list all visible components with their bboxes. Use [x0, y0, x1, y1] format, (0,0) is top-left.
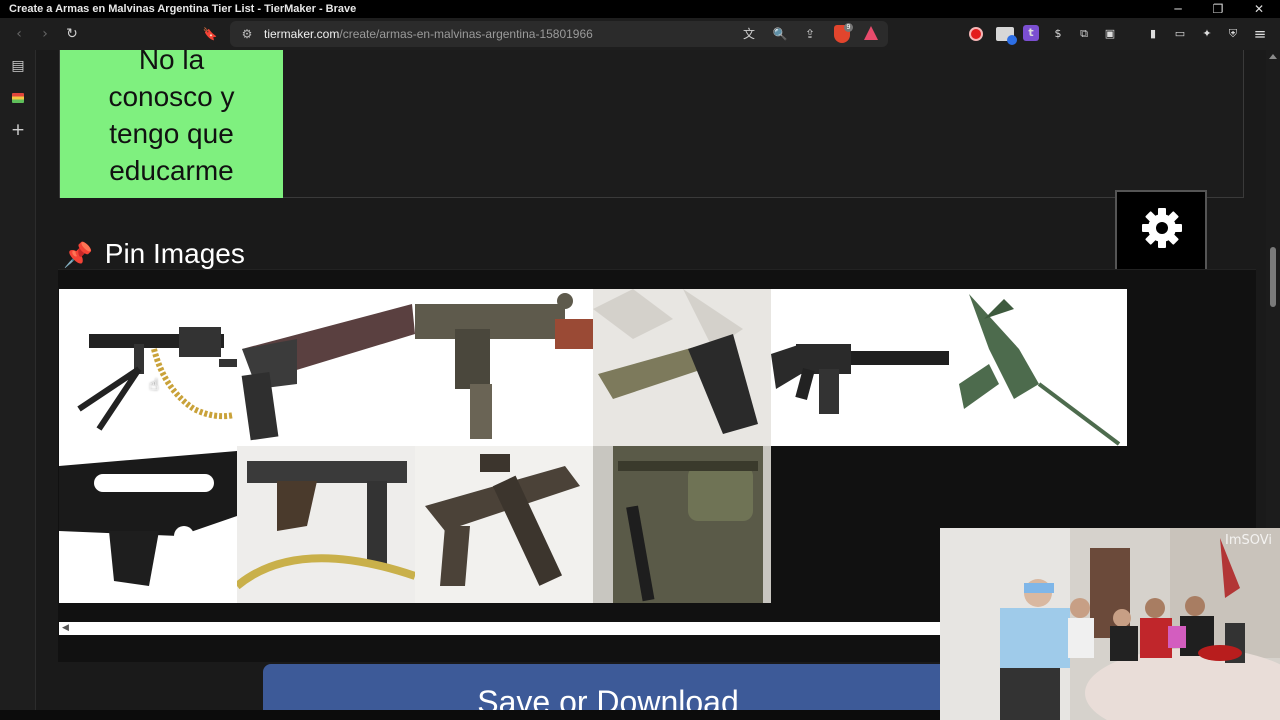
- pistol-image: [593, 289, 771, 446]
- tier-label-line: educarme: [109, 155, 234, 186]
- window-title: Create a Armas en Malvinas Argentina Tie…: [9, 3, 357, 15]
- record-extension-icon[interactable]: [969, 27, 983, 41]
- machine-gun-image: [59, 289, 237, 446]
- settings-button[interactable]: [1115, 190, 1207, 270]
- m16-rifle-image: [771, 289, 949, 446]
- webcam-watermark: ImSOVi: [1225, 533, 1272, 548]
- weapon-thumb-grease-gun[interactable]: [415, 446, 593, 603]
- webcam-overlay: ImSOVi: [940, 528, 1280, 720]
- tier-label-line: tengo que: [109, 118, 234, 149]
- fmk-smg-image: [237, 446, 415, 603]
- uzi-smg-image: [415, 289, 593, 446]
- bookmark-icon[interactable]: 🔖: [200, 24, 220, 44]
- weapon-thumb-fmk[interactable]: [237, 446, 415, 603]
- add-tab-icon[interactable]: +: [8, 120, 28, 140]
- scroll-up-icon[interactable]: [1269, 54, 1277, 59]
- translate-icon[interactable]: 文: [740, 25, 758, 43]
- weapon-thumb-pistol[interactable]: [593, 289, 771, 446]
- url-text[interactable]: tiermaker.com/create/armas-en-malvinas-a…: [264, 27, 593, 41]
- scrollbar-thumb[interactable]: [1270, 247, 1276, 307]
- hand-cursor-icon: ☝: [149, 375, 159, 394]
- scroll-left-icon[interactable]: ◀: [62, 622, 69, 635]
- weapon-thumb-m16[interactable]: [771, 289, 949, 446]
- sidebar-toggle-icon[interactable]: ▮: [1144, 25, 1162, 43]
- camera-status-dot: [1007, 35, 1017, 45]
- tier-label-line: conosco y: [108, 81, 235, 112]
- gear-icon: [1142, 208, 1182, 248]
- title-bar: Create a Armas en Malvinas Argentina Tie…: [0, 0, 1280, 18]
- tier-label-line: No la: [138, 50, 205, 75]
- pushpin-icon: 📌: [63, 241, 93, 269]
- dollar-extension-icon[interactable]: $: [1049, 25, 1067, 43]
- weapon-thumb-shotgun[interactable]: [59, 446, 237, 603]
- brave-rewards-icon[interactable]: [864, 26, 878, 40]
- close-button[interactable]: ✕: [1239, 0, 1279, 18]
- menu-icon[interactable]: ≡: [1251, 25, 1269, 43]
- forward-button[interactable]: ›: [35, 24, 55, 44]
- weapon-thumb-soldier[interactable]: [593, 446, 771, 603]
- weapon-thumb-machine-gun[interactable]: [59, 289, 237, 446]
- tier-label[interactable]: No la conosco y tengo que educarme: [60, 50, 283, 198]
- sidebar-panel-icon[interactable]: ▤: [8, 56, 28, 76]
- soldier-with-rifle-image: [593, 446, 771, 603]
- extensions-puzzle-icon[interactable]: ⧉: [1075, 25, 1093, 43]
- green-smg-image: [949, 289, 1127, 446]
- shields-count-badge: 9: [844, 23, 853, 32]
- bottom-strip: [0, 710, 940, 720]
- back-button[interactable]: ‹: [9, 24, 29, 44]
- share-icon[interactable]: ⇪: [801, 25, 819, 43]
- restore-button[interactable]: ❐: [1198, 0, 1238, 18]
- minimize-button[interactable]: ─: [1158, 0, 1198, 18]
- weapon-thumb-uzi[interactable]: [415, 289, 593, 446]
- weapon-thumb-green-smg[interactable]: [949, 289, 1127, 446]
- tiermaker-tab-favicon[interactable]: [12, 93, 24, 103]
- reload-button[interactable]: ↻: [62, 24, 82, 44]
- battle-rifle-image: [237, 289, 415, 446]
- weapon-thumb-battle-rifle[interactable]: [237, 289, 415, 446]
- leo-ai-icon[interactable]: ✦: [1198, 25, 1216, 43]
- pin-images-title: Pin Images: [104, 238, 245, 269]
- webcam-video-image: [940, 528, 1280, 720]
- site-info-icon[interactable]: ⚙: [238, 25, 256, 43]
- tab-capture-icon[interactable]: ▣: [1101, 25, 1119, 43]
- t-extension-icon[interactable]: t: [1023, 25, 1039, 41]
- wallet-icon[interactable]: ▭: [1171, 25, 1189, 43]
- browser-sidebar: ▤ +: [0, 50, 36, 720]
- browser-window: Create a Armas en Malvinas Argentina Tie…: [0, 0, 1280, 720]
- grease-gun-image: [415, 446, 593, 603]
- address-bar[interactable]: ⚙ tiermaker.com/create/armas-en-malvinas…: [230, 21, 888, 47]
- shotgun-image: [59, 446, 237, 603]
- browser-toolbar: ‹ › ↻ 🔖 ⚙ tiermaker.com/create/armas-en-…: [0, 18, 1280, 50]
- vpn-shield-icon[interactable]: ⛨: [1224, 25, 1242, 43]
- zoom-icon[interactable]: 🔍: [771, 25, 789, 43]
